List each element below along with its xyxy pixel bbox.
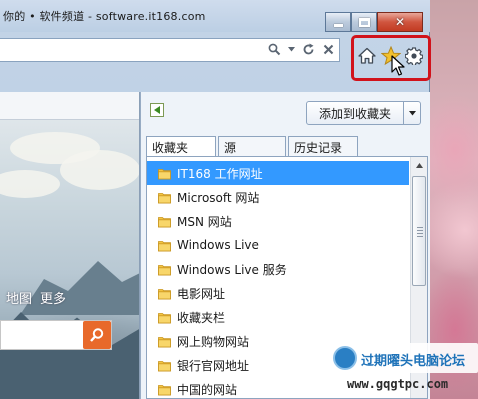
title-bar: 你的 • 软件频道 - software.it168.com ✕ [0,0,430,32]
list-item-label: MSN 网站 [177,214,232,229]
search-icon [90,328,104,342]
page-search-button[interactable] [83,321,111,349]
add-to-favorites-button[interactable]: 添加到收藏夹 [306,101,421,125]
list-item[interactable]: MSN 网站 [147,209,409,233]
folder-icon [158,191,171,204]
cloud-shape [60,150,139,190]
page-header-strip [0,92,139,120]
list-item-label: 电影网址 [177,286,226,301]
list-item-label: 收藏夹栏 [177,310,226,325]
web-page: 地图 更多 [0,92,140,399]
refresh-icon[interactable] [301,42,315,56]
minimize-button[interactable] [325,12,351,32]
nav-link-more[interactable]: 更多 [40,288,66,307]
list-item-label: Microsoft 网站 [177,190,260,205]
list-item[interactable]: 电影网址 [147,281,409,305]
watermark-logo-icon [333,346,357,370]
page-nav-links: 地图 更多 [6,288,66,307]
scrollbar-thumb[interactable] [412,176,426,286]
list-item-label: IT168 工作网址 [177,166,263,181]
close-window-button[interactable]: ✕ [377,12,423,32]
folder-icon [158,239,171,252]
favorites-tabs: 收藏夹 源 历史记录 [146,136,360,158]
chevron-down-icon[interactable] [287,42,295,56]
nav-link-map[interactable]: 地图 [6,288,32,307]
maximize-button[interactable] [351,12,377,32]
search-icon[interactable] [267,42,281,56]
address-bar-icons [267,42,335,56]
watermark-box: 过期曜头电脑论坛 [329,343,478,373]
cloud-shape [0,170,60,198]
watermark-text: 过期曜头电脑论坛 [361,354,466,369]
tab-favorites[interactable]: 收藏夹 [146,136,216,158]
list-item[interactable]: IT168 工作网址 [147,161,409,185]
tab-feeds[interactable]: 源 [218,136,286,157]
grip-icon [417,227,423,239]
list-item-label: 网上购物网站 [177,334,250,349]
folder-icon [158,287,171,300]
list-item[interactable]: Windows Live 服务 [147,257,409,281]
list-item-label: 中国的网站 [177,382,238,397]
scroll-up-arrow-icon[interactable] [411,157,427,173]
folder-icon [158,335,171,348]
landscape-image [0,120,139,399]
list-item[interactable]: Microsoft 网站 [147,185,409,209]
pin-favorites-button[interactable] [150,103,164,117]
folder-icon [158,359,171,372]
folder-icon [158,383,171,396]
stop-icon[interactable] [321,42,335,56]
watermark: 过期曜头电脑论坛 www.gqgtpc.com [329,343,478,399]
minimize-icon [333,23,343,27]
window-controls: ✕ [325,12,423,32]
folder-icon [158,215,171,228]
list-item[interactable]: 收藏夹栏 [147,305,409,329]
folder-icon [158,167,171,180]
list-item-label: Windows Live [177,238,259,252]
mouse-cursor-icon [391,55,405,79]
folder-icon [158,311,171,324]
list-item[interactable]: Windows Live [147,233,409,257]
pin-arrow-icon [154,106,160,114]
address-bar[interactable] [0,38,340,62]
close-icon: ✕ [394,15,406,29]
list-item-label: 银行官网地址 [177,358,250,373]
gear-icon[interactable] [404,46,424,66]
add-to-favorites-label[interactable]: 添加到收藏夹 [307,102,404,124]
folder-icon [158,263,171,276]
watermark-url: www.gqgtpc.com [347,377,449,391]
maximize-icon [358,17,370,27]
tab-history[interactable]: 历史记录 [288,136,358,157]
window-title: 你的 • 软件频道 - software.it168.com [3,10,206,23]
chevron-down-icon[interactable] [404,102,420,124]
home-icon[interactable] [357,46,377,66]
list-item-label: Windows Live 服务 [177,262,287,277]
